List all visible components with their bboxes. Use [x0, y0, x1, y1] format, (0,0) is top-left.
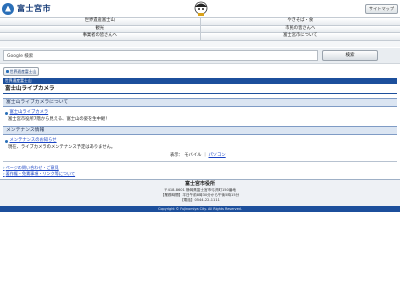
search-input[interactable] [3, 50, 318, 61]
page-title: 富士山ライブカメラ [3, 85, 397, 94]
nav-item-business[interactable]: 事業者の皆さんへ [0, 33, 200, 40]
arrow-icon: › [3, 171, 5, 176]
footer-tel: 【電話】0544-22-1111 [180, 198, 220, 203]
maintenance-link[interactable]: メンテナンスのお知らせ [5, 138, 57, 144]
display-pc-link[interactable]: パソコン [209, 153, 226, 158]
section-heading: 富士山ライブカメラについて [3, 98, 397, 107]
display-mobile: モバイル [184, 153, 202, 158]
section-text: 現在、ライブカメラのメンテナンス予定はありません。 [8, 145, 116, 150]
nav-item-about-city[interactable]: 富士宮市について [199, 33, 400, 40]
display-mode-switch: 表示： モバイル ｜ パソコン [170, 153, 226, 159]
divider [3, 161, 397, 162]
display-prefix: 表示： [170, 153, 183, 158]
site-logo[interactable]: 富士宮市 [2, 2, 51, 15]
category-icon [5, 70, 9, 73]
section-heading: メンテナンス情報 [3, 126, 397, 135]
footer-org-name: 富士宮市役所 [184, 181, 215, 187]
livecamera-link-label: 富士山ライブカメラ [9, 110, 49, 115]
nav-row: 観光 市民の皆さんへ [0, 25, 400, 33]
site-footer: 富士宮市役所 〒418-8601 静岡県富士宮市弓沢町150番地 【業務時間】平… [0, 179, 400, 206]
nav-row: 世界遺産富士山 やきそば・食 [0, 18, 400, 26]
copyright-policy-link[interactable]: › 著作権・免責事項・リンク等について [3, 171, 203, 177]
section-text: 富士宮市役所7階から見える、富士山の姿を生中継！ [8, 117, 110, 122]
footer-links: › ページの問い合わせ・ご意見 › 著作権・免責事項・リンク等について [3, 165, 203, 177]
site-header: 富士宮市 サイトマップ [0, 0, 400, 17]
mascot-icon [194, 1, 208, 16]
global-nav: 世界遺産富士山 やきそば・食 観光 市民の皆さんへ 事業者の皆さんへ 富士宮市に… [0, 17, 400, 47]
search-bar: 検索 [0, 48, 400, 64]
nav-item-citizens[interactable]: 市民の皆さんへ [199, 25, 400, 32]
maintenance-link-label: メンテナンスのお知らせ [9, 138, 57, 143]
nav-item-kanko[interactable]: 観光 [0, 25, 200, 32]
copyright: Copyright © Fujinomiya City. All Rights … [0, 206, 400, 212]
display-separator: ｜ [202, 153, 208, 158]
search-button[interactable]: 検索 [322, 50, 378, 61]
bullet-icon [5, 139, 8, 143]
copyright-policy-link-label: 著作権・免責事項・リンク等について [5, 171, 76, 176]
logo-text: 富士宮市 [17, 4, 51, 13]
category-bar: 世界遺産富士山 [3, 78, 397, 84]
category-button-label: 世界遺産富士山 [9, 69, 37, 74]
livecamera-link[interactable]: 富士山ライブカメラ [5, 110, 48, 116]
nav-item-yakisoba[interactable]: やきそば・食 [199, 18, 400, 25]
nav-item-fujisan[interactable]: 世界遺産富士山 [0, 18, 200, 25]
sitemap-button[interactable]: サイトマップ [365, 4, 398, 14]
bullet-icon [5, 111, 8, 115]
city-emblem-icon [2, 2, 14, 15]
nav-row: 事業者の皆さんへ 富士宮市について [0, 33, 400, 41]
category-button[interactable]: 世界遺産富士山 [3, 67, 39, 76]
